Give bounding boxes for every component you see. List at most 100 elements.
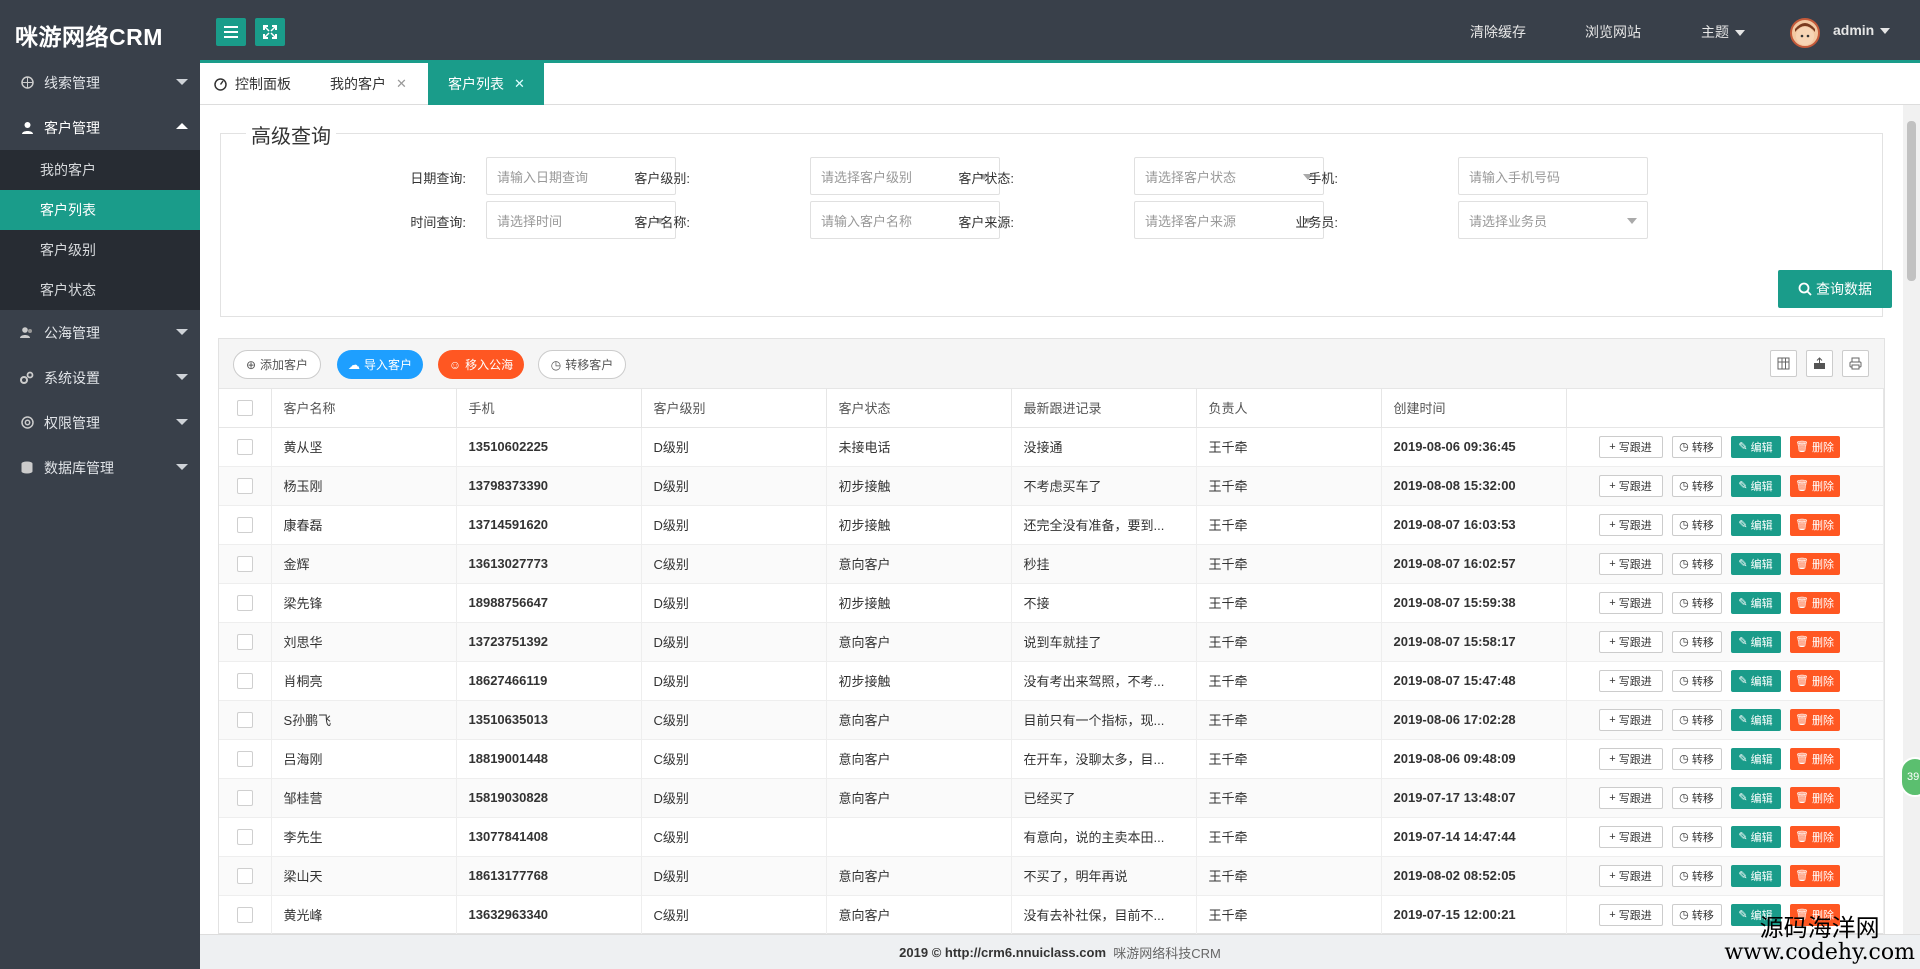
transfer-button[interactable]: ◷ 转移 [1671,435,1722,458]
table-row[interactable]: 黄从坚 13510602225 D级别 未接电话 没接通 王千牵 2019-08-06 09… [219,427,1884,467]
delete-button[interactable]: 🗑 删除 [1789,630,1840,653]
table-row[interactable]: 肖桐亮 18627466119 D级别 初步接触 没有考出来驾照，不考... 王千牵 201… [219,661,1884,701]
page-scrollbar[interactable] [1903,105,1920,934]
fullscreen-button[interactable] [255,18,285,46]
edit-button[interactable]: ✎ 编辑 [1730,591,1781,614]
edit-button[interactable]: ✎ 编辑 [1730,513,1781,536]
sidebar-item-public-pool[interactable]: 公海管理 [0,310,200,355]
col-name[interactable]: 客户名称 [271,389,457,428]
import-customer-button[interactable]: ☁ 导入客户 [337,350,423,379]
phone-input[interactable]: 请输入手机号码 [1458,157,1648,195]
follow-up-button[interactable]: + 写跟进 [1598,669,1663,692]
col-phone[interactable]: 手机 [456,389,642,428]
export-button[interactable] [1806,350,1833,377]
row-checkbox[interactable] [236,633,253,650]
clear-cache-link[interactable]: 清除缓存 [1470,22,1526,42]
row-checkbox[interactable] [236,477,253,494]
scrollbar-thumb[interactable] [1907,121,1916,281]
row-checkbox[interactable] [236,867,253,884]
table-row[interactable]: 杨玉刚 13798373390 D级别 初步接触 不考虑买车了 王千牵 2019-08-08… [219,466,1884,506]
delete-button[interactable]: 🗑 删除 [1789,552,1840,575]
row-checkbox[interactable] [236,555,253,572]
avatar[interactable] [1790,18,1820,48]
table-row[interactable]: 刘思华 13723751392 D级别 意向客户 说到车就挂了 王千牵 2019-08-07… [219,622,1884,662]
table-row[interactable]: 黄光峰 13632963340 C级别 意向客户 没有去补社保，目前不... 王千牵 201… [219,895,1884,934]
table-row[interactable]: 梁先锋 18988756647 D级别 初步接触 不接 王千牵 2019-08-07 15:… [219,583,1884,623]
follow-up-button[interactable]: + 写跟进 [1598,786,1663,809]
transfer-button[interactable]: ◷ 转移 [1671,591,1722,614]
sidebar-sub-customer-level[interactable]: 客户级别 [0,230,200,270]
follow-up-button[interactable]: + 写跟进 [1598,903,1663,926]
select-all-checkbox[interactable] [236,400,253,417]
transfer-button[interactable]: ◷ 转移 [1671,747,1722,770]
sidebar-item-leads[interactable]: 线索管理 [0,60,200,105]
table-row[interactable]: 吕海刚 18819001448 C级别 意向客户 在开车，没聊太多，目... 王千牵 201… [219,739,1884,779]
delete-button[interactable]: 🗑 删除 [1789,435,1840,458]
transfer-button[interactable]: ◷ 转移 [1671,669,1722,692]
add-customer-button[interactable]: ⊕ 添加客户 [233,350,321,379]
tab-my-customers[interactable]: 我的客户 ✕ [330,63,430,105]
delete-button[interactable]: 🗑 删除 [1789,474,1840,497]
tab-customer-list[interactable]: 客户列表 ✕ [428,63,544,105]
follow-up-button[interactable]: + 写跟进 [1598,552,1663,575]
app-logo[interactable]: 咪游网络CRM [15,18,163,52]
follow-up-button[interactable]: + 写跟进 [1598,513,1663,536]
sidebar-item-permissions[interactable]: 权限管理 [0,400,200,445]
follow-up-button[interactable]: + 写跟进 [1598,435,1663,458]
print-button[interactable] [1842,350,1869,377]
footer-url[interactable]: http://crm6.nnuiclass.com [945,945,1106,960]
salesperson-select[interactable]: 请选择业务员 [1458,201,1648,239]
follow-up-button[interactable]: + 写跟进 [1598,864,1663,887]
transfer-button[interactable]: ◷ 转移 [1671,825,1722,848]
col-record[interactable]: 最新跟进记录 [1011,389,1197,428]
tab-dashboard[interactable]: 控制面板 [214,63,312,105]
edit-button[interactable]: ✎ 编辑 [1730,747,1781,770]
row-checkbox[interactable] [236,594,253,611]
sidebar-item-settings[interactable]: 系统设置 [0,355,200,400]
transfer-button[interactable]: ◷ 转移 [1671,513,1722,536]
row-checkbox[interactable] [236,672,253,689]
edit-button[interactable]: ✎ 编辑 [1730,786,1781,809]
theme-dropdown[interactable]: 主题 [1701,22,1745,42]
sidebar-item-customers[interactable]: 客户管理 [0,105,200,150]
delete-button[interactable]: 🗑 删除 [1789,669,1840,692]
col-created[interactable]: 创建时间 [1381,389,1567,428]
row-checkbox[interactable] [236,516,253,533]
follow-up-button[interactable]: + 写跟进 [1598,630,1663,653]
sidebar-sub-customer-status[interactable]: 客户状态 [0,270,200,310]
transfer-button[interactable]: ◷ 转移 [1671,708,1722,731]
delete-button[interactable]: 🗑 删除 [1789,513,1840,536]
col-status[interactable]: 客户状态 [826,389,1012,428]
sidebar-sub-my-customers[interactable]: 我的客户 [0,150,200,190]
row-checkbox[interactable] [236,906,253,923]
query-data-button[interactable]: 查询数据 [1778,270,1892,308]
edit-button[interactable]: ✎ 编辑 [1730,552,1781,575]
transfer-button[interactable]: ◷ 转移 [1671,786,1722,809]
row-checkbox[interactable] [236,750,253,767]
delete-button[interactable]: 🗑 删除 [1789,591,1840,614]
row-checkbox[interactable] [236,789,253,806]
follow-up-button[interactable]: + 写跟进 [1598,474,1663,497]
move-to-pool-button[interactable]: ☺ 移入公海 [438,350,524,379]
delete-button[interactable]: 🗑 删除 [1789,825,1840,848]
edit-button[interactable]: ✎ 编辑 [1730,474,1781,497]
row-checkbox[interactable] [236,438,253,455]
transfer-button[interactable]: ◷ 转移 [1671,474,1722,497]
edit-button[interactable]: ✎ 编辑 [1730,825,1781,848]
edit-button[interactable]: ✎ 编辑 [1730,708,1781,731]
sidebar-item-database[interactable]: 数据库管理 [0,445,200,490]
transfer-button[interactable]: ◷ 转移 [1671,552,1722,575]
follow-up-button[interactable]: + 写跟进 [1598,708,1663,731]
close-icon[interactable]: ✕ [396,76,407,92]
columns-button[interactable] [1770,350,1797,377]
transfer-button[interactable]: ◷ 转移 [1671,903,1722,926]
menu-toggle-button[interactable] [216,18,246,46]
col-level[interactable]: 客户级别 [641,389,827,428]
table-row[interactable]: S孙鹏飞 13510635013 C级别 意向客户 目前只有一个指标，现... 王千牵 20… [219,700,1884,740]
user-menu[interactable]: admin [1833,22,1891,38]
transfer-button[interactable]: ◷ 转移 [1671,864,1722,887]
transfer-button[interactable]: ◷ 转移 [1671,630,1722,653]
edit-button[interactable]: ✎ 编辑 [1730,864,1781,887]
delete-button[interactable]: 🗑 删除 [1789,786,1840,809]
follow-up-button[interactable]: + 写跟进 [1598,825,1663,848]
